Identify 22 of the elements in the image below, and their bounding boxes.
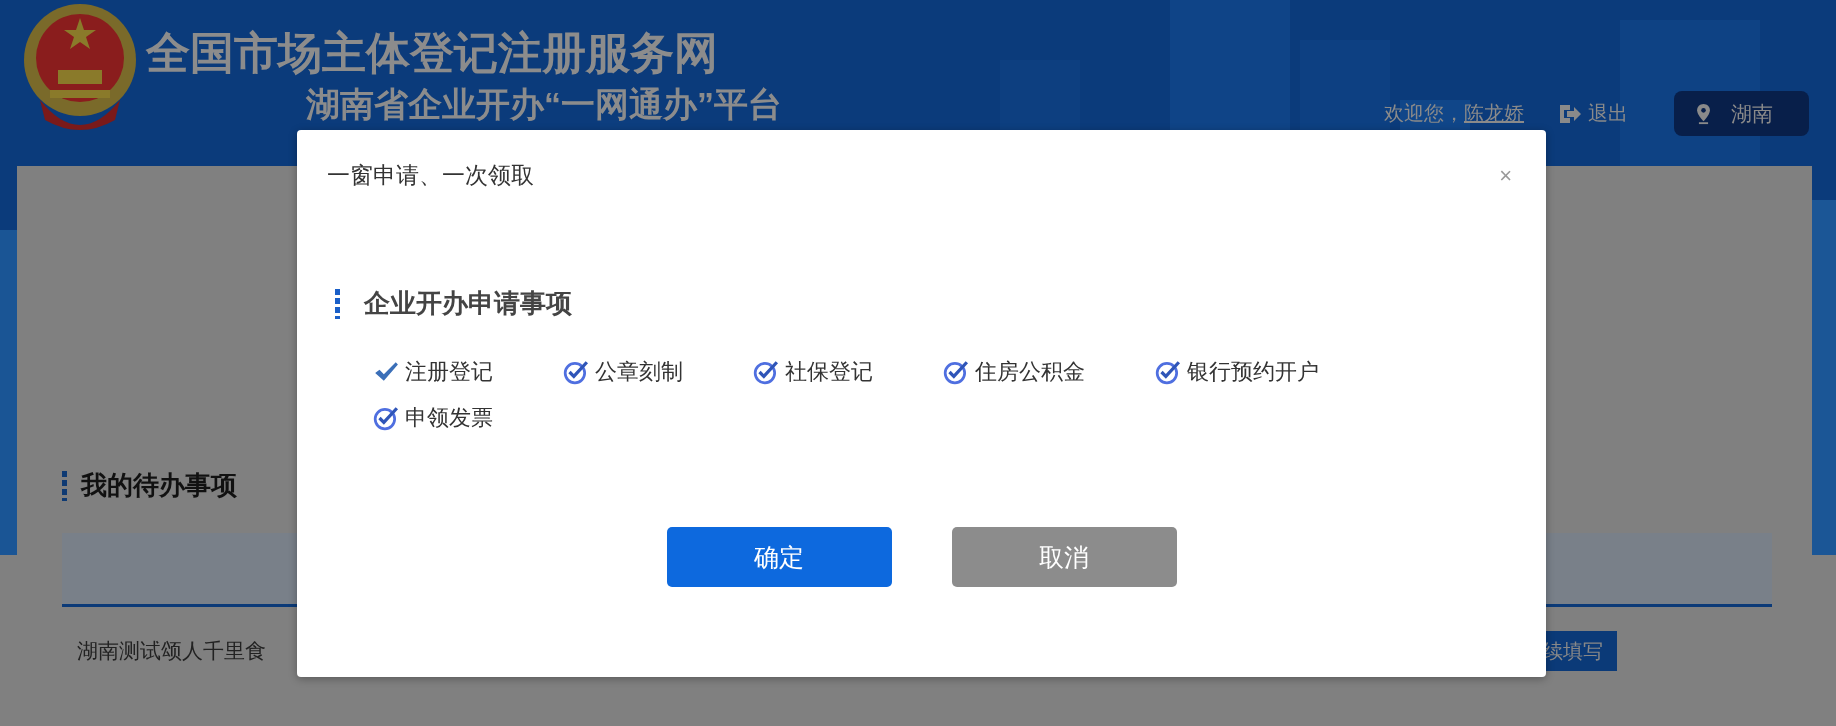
dialog-title: 一窗申请、一次领取	[327, 161, 534, 190]
heading-marker	[335, 288, 340, 319]
confirm-button[interactable]: 确定	[666, 527, 892, 587]
location-pin-icon	[1696, 102, 1711, 125]
checkbox-item[interactable]: 银行预约开户	[1155, 357, 1319, 387]
site-title: 全国市场主体登记注册服务网	[146, 27, 719, 79]
cancel-button[interactable]: 取消	[951, 527, 1177, 587]
table-cell-text: 湖南测试颂人千里食	[77, 638, 266, 664]
checkbox-item[interactable]: 公章刻制	[563, 357, 683, 387]
platform-title: 湖南省企业开办“一网通办”平台	[306, 85, 782, 123]
checkbox-item[interactable]: 注册登记	[373, 357, 493, 387]
section-title: 我的待办事项	[81, 469, 237, 502]
close-button[interactable]: ×	[1495, 162, 1516, 189]
heading-marker	[62, 470, 67, 501]
checkbox-item[interactable]: 住房公积金	[943, 357, 1085, 387]
section-title: 企业开办申请事项	[364, 287, 572, 320]
region-button[interactable]: 湖南	[1674, 91, 1809, 136]
checkbox-item[interactable]: 申领发票	[373, 403, 493, 433]
user-name-link[interactable]: 陈龙娇	[1464, 100, 1524, 127]
logout-link[interactable]: 退出	[1558, 100, 1628, 127]
welcome-text: 欢迎您，	[1384, 101, 1464, 126]
checkbox-item[interactable]: 社保登记	[753, 357, 873, 387]
